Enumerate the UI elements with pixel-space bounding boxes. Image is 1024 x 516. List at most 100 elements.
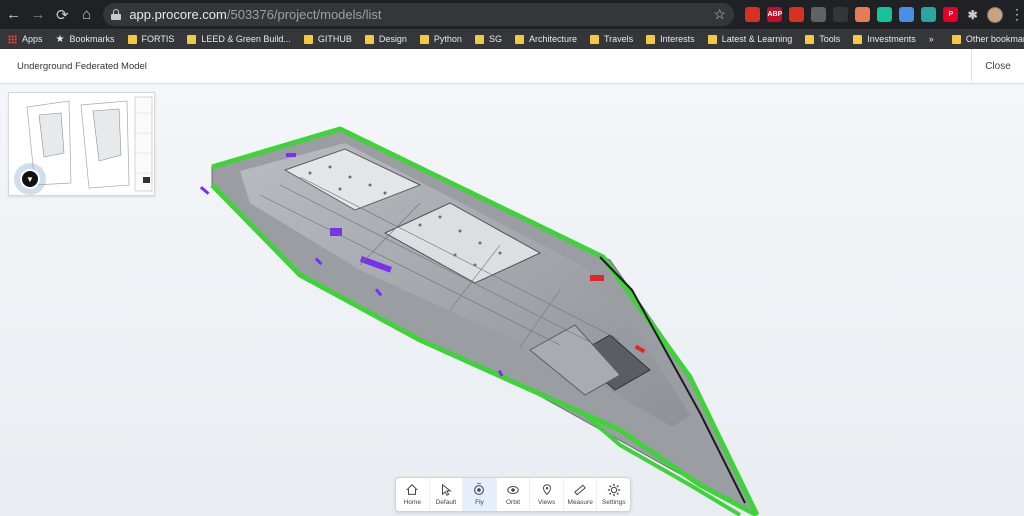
orbit-icon (507, 486, 519, 494)
bookmarks-overflow-button[interactable]: » (929, 34, 934, 44)
camera-position-icon[interactable]: ▼ (20, 169, 40, 189)
tool-views-button[interactable]: Views (530, 478, 564, 511)
grammarly-icon[interactable] (877, 7, 893, 22)
star-icon: ★ (55, 33, 65, 45)
bookmark-label: FORTIS (141, 34, 175, 44)
folder-icon (951, 34, 961, 44)
bookmark-label: Bookmarks (69, 34, 115, 44)
mail-ext-icon[interactable] (855, 7, 871, 22)
bookmark-label: Interests (660, 34, 695, 44)
tool-label: Default (435, 499, 457, 506)
folder-icon (853, 34, 863, 44)
extensions-area: ABP P (742, 7, 962, 22)
bookmark-star-icon[interactable]: ☆ (713, 6, 726, 23)
back-icon[interactable]: ← (3, 4, 24, 26)
bookmark-item[interactable]: Python (419, 34, 462, 44)
fly-icon (474, 483, 485, 495)
bookmark-item[interactable]: Design (364, 34, 407, 44)
bookmark-item[interactable]: SG (474, 34, 502, 44)
home-icon (406, 484, 418, 495)
bookmark-label: Design (378, 34, 407, 44)
bookmark-label: Tools (819, 34, 841, 44)
model-viewport[interactable]: ▼ (0, 85, 1024, 516)
bookmarks-bar: Apps ★ Bookmarks FORTIS LEED & Green Build..… (0, 29, 1024, 49)
other-bookmarks-button[interactable]: Other bookmarks (951, 34, 1024, 44)
bookmark-label: Latest & Learning (721, 34, 793, 44)
page-title: Underground Federated Model (17, 60, 147, 72)
avatar[interactable] (987, 6, 1004, 23)
broadcast-icon[interactable] (833, 7, 849, 22)
bookmark-item[interactable]: Interests (646, 34, 695, 44)
cursor-icon (441, 483, 452, 496)
ruler-icon (574, 484, 586, 496)
bookmark-item[interactable]: Apps (8, 34, 43, 44)
bookmark-label: LEED & Green Build... (201, 34, 291, 44)
folder-icon (514, 34, 524, 44)
tool-measure-button[interactable]: Measure (564, 478, 598, 511)
tool-orbit-button[interactable]: Orbit (497, 478, 531, 511)
tool-label: Home (403, 499, 421, 506)
bookmark-item[interactable]: Travels (590, 34, 633, 44)
navigation-toolbar: Home Default Fly Orbit Views Measure Settings (395, 477, 631, 512)
tool-label: Settings (602, 499, 626, 506)
dropbox-icon[interactable] (899, 7, 915, 22)
puzzle-icon[interactable]: ✱ (965, 7, 980, 22)
folder-icon (805, 34, 815, 44)
other-bookmarks-label: Other bookmarks (965, 34, 1024, 44)
folder-icon (364, 34, 374, 44)
forward-icon[interactable]: → (27, 4, 48, 26)
tool-home-button[interactable]: Home (396, 478, 430, 511)
views-pin-icon (542, 484, 551, 496)
folder-icon (127, 34, 137, 44)
bookmark-label: Architecture (528, 34, 577, 44)
gear-icon (607, 483, 620, 497)
home-browser-icon[interactable]: ⌂ (76, 4, 97, 26)
red-equipment (590, 275, 604, 281)
bookmark-item[interactable]: Tools (805, 34, 840, 44)
model-header: Underground Federated Model Close (0, 48, 1024, 84)
folder-icon (419, 34, 429, 44)
pinterest-icon[interactable]: P (943, 7, 959, 22)
folder-icon (707, 34, 717, 44)
bookmark-item[interactable]: FORTIS (127, 34, 175, 44)
bookmark-label: Investments (867, 34, 916, 44)
tool-label: Views (537, 499, 556, 506)
browser-toolbar: ← → ⟳ ⌂ app.procore.com/503376/project/m… (0, 0, 1024, 29)
acrobat-icon[interactable] (789, 7, 805, 22)
folder-icon (187, 34, 197, 44)
reload-icon[interactable]: ⟳ (52, 4, 73, 26)
tool-label: Orbit (505, 499, 521, 506)
bookmark-label: Travels (604, 34, 634, 44)
bookmark-label: Python (433, 34, 462, 44)
kebab-menu-icon[interactable]: ⋮ (1010, 6, 1024, 23)
bookmark-item[interactable]: ★ Bookmarks (56, 34, 115, 45)
adblock-plus-icon[interactable]: ABP (767, 7, 783, 22)
url-path: /503376/project/models/list (226, 7, 382, 22)
address-bar[interactable]: app.procore.com/503376/project/models/li… (103, 3, 734, 26)
bookmark-label: GITHUB (317, 34, 352, 44)
tool-label: Fly (475, 499, 484, 506)
shield-ext-icon[interactable] (745, 7, 761, 22)
apps-grid-icon (8, 34, 17, 44)
bookmark-item[interactable]: Investments (853, 34, 916, 44)
tool-label: Measure (567, 499, 593, 506)
folder-icon (474, 34, 484, 44)
screenshot-ext-icon[interactable] (921, 7, 937, 22)
folder-icon (646, 34, 656, 44)
bookmark-item[interactable]: Latest & Learning (707, 34, 793, 44)
folder-icon (590, 34, 599, 44)
dark-ext-icon[interactable] (811, 7, 827, 22)
minimap[interactable]: ▼ (8, 92, 155, 196)
url-host: app.procore.com (129, 7, 227, 22)
bookmark-label: Apps (22, 34, 43, 44)
bookmark-label: SG (488, 34, 502, 44)
tool-fly-button[interactable]: Fly (463, 478, 497, 511)
bookmark-item[interactable]: GITHUB (303, 34, 352, 44)
bookmark-item[interactable]: Architecture (514, 34, 577, 44)
tool-settings-button[interactable]: Settings (597, 478, 630, 511)
close-button[interactable]: Close (971, 48, 1024, 84)
lock-icon[interactable] (111, 9, 122, 20)
bookmark-item[interactable]: LEED & Green Build... (187, 34, 291, 44)
tool-default-button[interactable]: Default (430, 478, 464, 511)
folder-icon (303, 34, 313, 44)
